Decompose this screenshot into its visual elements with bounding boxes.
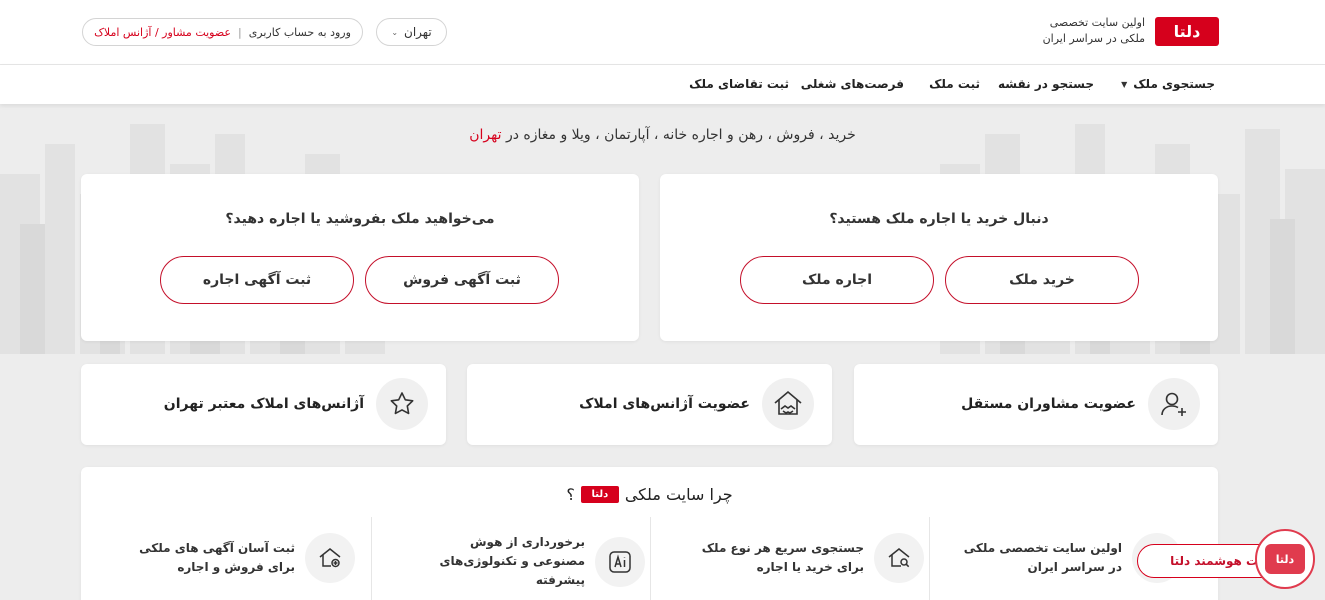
sell-card-title: می‌خواهید ملک بفروشید یا اجاره دهید؟ [225, 211, 495, 227]
house-handshake-icon [762, 378, 814, 430]
feature-label: عضویت آژانس‌های املاک [579, 396, 750, 412]
bot-logo-text: دلتا [1275, 552, 1295, 566]
city-selector-value: تهران [404, 25, 432, 39]
site-logo[interactable]: دلتا [1155, 17, 1219, 46]
why-title-logo: دلتا [580, 486, 619, 503]
headline-city[interactable]: تهران [469, 127, 501, 143]
nav-item-label: جستجوی ملک [1133, 77, 1215, 91]
caret-down-icon: ▼ [1121, 79, 1128, 89]
smart-bot-avatar[interactable]: دلتا [1255, 529, 1315, 589]
nav-item-jobs[interactable]: فرصت‌های شغلی [801, 77, 904, 91]
post-rent-ad-button[interactable]: ثبت آگهی اجاره [160, 256, 354, 304]
nav-item-register-property[interactable]: ثبت ملک [929, 77, 980, 91]
why-item-col-2: جستجوی سریع هر نوع ملک برای خرید یا اجار… [650, 517, 929, 600]
buy-rent-card: دنبال خرید یا اجاره ملک هستید؟ خرید ملک … [660, 174, 1218, 341]
site-logo-text: دلتا [1173, 22, 1201, 41]
top-header: دلتا اولین سایت تخصصی ملکی در سراسر ایرا… [0, 0, 1325, 65]
chevron-down-icon: ⌄ [391, 27, 399, 37]
user-plus-icon [1148, 378, 1200, 430]
why-item-col-4: ثبت آسان آگهی های ملکی برای فروش و اجاره [81, 517, 371, 600]
why-item-col-3: برخورداری از هوش مصنوعی و تکنولوژی‌های پ… [371, 517, 650, 600]
why-title-suffix: ؟ [566, 485, 575, 504]
star-icon [376, 378, 428, 430]
rent-property-button[interactable]: اجاره ملک [740, 256, 934, 304]
why-item: ثبت آسان آگهی های ملکی برای فروش و اجاره [125, 533, 355, 583]
feature-inner: عضویت مشاوران مستقل [961, 378, 1200, 430]
nav-item-label: ثبت ملک [929, 77, 980, 91]
house-search-icon [874, 533, 924, 583]
main-nav: جستجوی ملک ▼ جستجو در نقشه ثبت ملک فرصت‌… [0, 65, 1325, 104]
agent-membership-link[interactable]: عضویت مشاور / آژانس املاک [94, 26, 231, 39]
why-item-text: جستجوی سریع هر نوع ملک برای خرید یا اجار… [701, 541, 864, 574]
ai-icon [595, 536, 645, 587]
independent-agents-card[interactable]: عضویت مشاوران مستقل [854, 364, 1218, 445]
nav-item-property-search[interactable]: جستجوی ملک ▼ [1121, 77, 1215, 91]
divider: | [237, 25, 242, 39]
why-delta-section: چرا سایت ملکی دلتا ؟ اولین سایت تخصصی مل… [81, 467, 1218, 600]
nav-item-label: فرصت‌های شغلی [800, 77, 904, 91]
house-add-icon [305, 533, 355, 583]
agencies-membership-card[interactable]: عضویت آژانس‌های املاک [467, 364, 832, 445]
city-selector[interactable]: تهران ⌄ [376, 18, 447, 46]
headline-text: خرید ، فروش ، رهن و اجاره خانه ، آپارتما… [505, 127, 856, 143]
why-title: چرا سایت ملکی دلتا ؟ [81, 485, 1218, 504]
feature-label: آژانس‌های املاک معتبر تهران [163, 396, 364, 412]
hero-headline: خرید ، فروش ، رهن و اجاره خانه ، آپارتما… [0, 127, 1325, 143]
why-item: جستجوی سریع هر نوع ملک برای خرید یا اجار… [694, 533, 924, 583]
nav-item-property-request[interactable]: ثبت تقاضای ملک [689, 77, 789, 91]
site-tagline: اولین سایت تخصصی ملکی در سراسر ایران [1025, 15, 1145, 47]
why-title-text: چرا سایت ملکی [624, 485, 733, 504]
feature-label: عضویت مشاوران مستقل [961, 396, 1136, 412]
login-link[interactable]: ورود به حساب کاربری [249, 26, 351, 39]
why-item-text: اولین سایت تخصصی ملکی در سراسر ایران [963, 541, 1122, 574]
feature-inner: عضویت آژانس‌های املاک [579, 378, 814, 430]
tagline-line-1: اولین سایت تخصصی [1049, 16, 1145, 29]
tagline-line-2: ملکی در سراسر ایران [1042, 32, 1145, 45]
why-item-text: ثبت آسان آگهی های ملکی برای فروش و اجاره [139, 541, 295, 574]
why-item: برخورداری از هوش مصنوعی و تکنولوژی‌های پ… [415, 533, 645, 590]
feature-inner: آژانس‌های املاک معتبر تهران [164, 378, 428, 430]
nav-item-label: ثبت تقاضای ملک [689, 77, 789, 91]
sell-lease-card: می‌خواهید ملک بفروشید یا اجاره دهید؟ ثبت… [81, 174, 639, 341]
nav-item-label: جستجو در نقشه [998, 77, 1094, 91]
post-sale-ad-button[interactable]: ثبت آگهی فروش [365, 256, 559, 304]
buy-property-button[interactable]: خرید ملک [945, 256, 1139, 304]
bot-logo-icon: دلتا [1265, 544, 1305, 574]
nav-item-map-search[interactable]: جستجو در نقشه [998, 77, 1094, 91]
account-pill: ورود به حساب کاربری | عضویت مشاور / آژان… [82, 18, 363, 46]
buy-card-title: دنبال خرید یا اجاره ملک هستید؟ [829, 211, 1049, 227]
trusted-agencies-card[interactable]: آژانس‌های املاک معتبر تهران [81, 364, 446, 445]
why-item-text: برخورداری از هوش مصنوعی و تکنولوژی‌های پ… [439, 535, 586, 587]
